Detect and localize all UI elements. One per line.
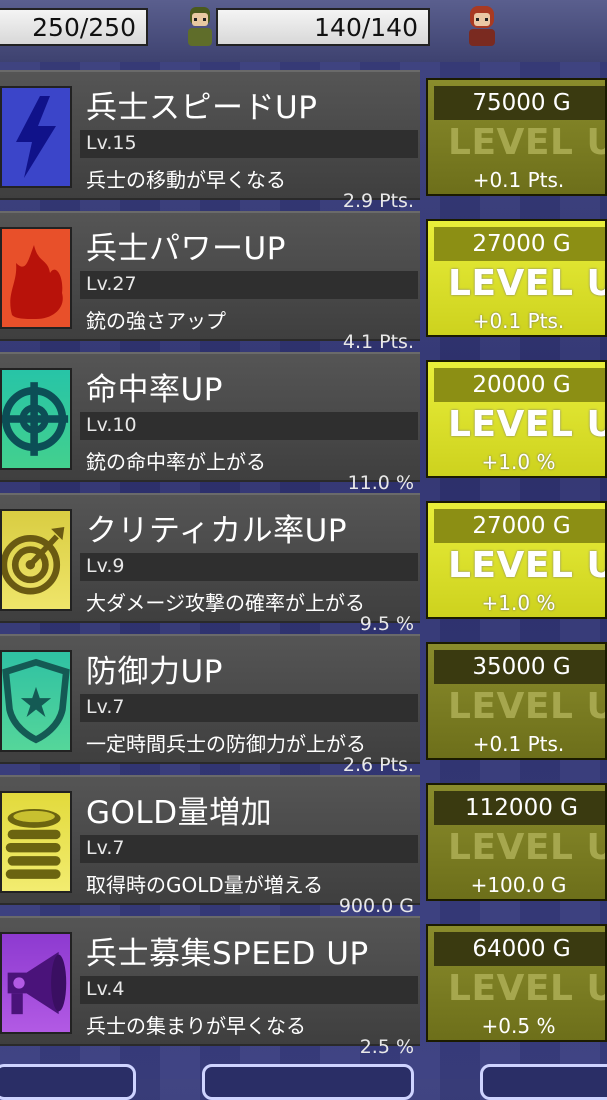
- upgrade-info-panel: 兵士パワーUP 4.1 Pts. Lv.27 銃の強さアップ: [0, 211, 420, 353]
- level-up-button[interactable]: 20000 G LEVEL UP +1.0 %: [426, 360, 607, 478]
- bottom-tab-1[interactable]: [0, 1064, 136, 1100]
- level-up-button[interactable]: 27000 G LEVEL UP +0.1 Pts.: [426, 219, 607, 337]
- upgrade-info-panel: 命中率UP 11.0 % Lv.10 銃の命中率が上がる: [0, 352, 420, 494]
- upgrade-level: Lv.7: [86, 837, 125, 859]
- upgrade-row-recruit-speed: 兵士募集SPEED UP 2.5 % Lv.4 兵士の集まりが早くなる 6400…: [0, 916, 607, 1058]
- upgrade-info-panel: GOLD量増加 900.0 G Lv.7 取得時のGOLD量が増える: [0, 775, 420, 917]
- upgrade-level: Lv.27: [86, 273, 137, 295]
- upgrade-cost: 35000 G: [434, 650, 605, 684]
- upgrade-cost: 27000 G: [434, 227, 605, 261]
- top-status-bar: 250/250 140/140: [0, 0, 607, 62]
- level-up-button[interactable]: 64000 G LEVEL UP +0.5 %: [426, 924, 607, 1042]
- upgrade-title: 命中率UP: [86, 372, 223, 408]
- upgrade-increment: +100.0 G: [470, 873, 567, 897]
- upgrade-description: 銃の強さアップ: [86, 309, 226, 333]
- level-strip: 9.5 %: [80, 553, 418, 635]
- upgrade-level: Lv.15: [86, 132, 137, 154]
- upgrade-info-panel: 兵士スピードUP 2.9 Pts. Lv.15 兵士の移動が早くなる: [0, 70, 420, 212]
- upgrade-increment: +1.0 %: [481, 450, 556, 474]
- upgrade-title: 兵士募集SPEED UP: [86, 936, 369, 972]
- level-strip: 900.0 G: [80, 835, 418, 917]
- crosshair-icon: [0, 368, 72, 470]
- upgrade-title: GOLD量増加: [86, 795, 273, 831]
- bottom-tab-3[interactable]: [480, 1064, 607, 1100]
- flame-icon: [0, 227, 72, 329]
- upgrade-level: Lv.9: [86, 555, 125, 577]
- upgrade-current-value: 2.6 Pts.: [342, 754, 414, 776]
- upgrade-increment: +0.1 Pts.: [472, 732, 565, 756]
- level-up-button[interactable]: 35000 G LEVEL UP +0.1 Pts.: [426, 642, 607, 760]
- upgrade-cost: 20000 G: [434, 368, 605, 402]
- upgrade-description: 取得時のGOLD量が増える: [86, 873, 324, 897]
- upgrade-description: 大ダメージ攻撃の確率が上がる: [86, 591, 365, 615]
- upgrade-title: 兵士パワーUP: [86, 231, 286, 267]
- level-up-button[interactable]: 27000 G LEVEL UP +1.0 %: [426, 501, 607, 619]
- enemy-avatar-icon: [460, 4, 504, 48]
- upgrade-row-power: 兵士パワーUP 4.1 Pts. Lv.27 銃の強さアップ 27000 G L…: [0, 211, 607, 353]
- bottom-tab-2[interactable]: [202, 1064, 414, 1100]
- upgrade-cost: 75000 G: [434, 86, 605, 120]
- upgrade-current-value: 11.0 %: [347, 472, 414, 494]
- upgrade-increment: +0.1 Pts.: [472, 309, 565, 333]
- upgrade-description: 銃の命中率が上がる: [86, 450, 266, 474]
- upgrade-current-value: 9.5 %: [359, 613, 414, 635]
- level-up-label: LEVEL UP: [448, 263, 605, 304]
- level-up-button[interactable]: 75000 G LEVEL UP +0.1 Pts.: [426, 78, 607, 196]
- upgrade-title: 兵士スピードUP: [86, 90, 318, 126]
- level-up-label: LEVEL UP: [448, 404, 605, 445]
- upgrade-row-gold: GOLD量増加 900.0 G Lv.7 取得時のGOLD量が増える 11200…: [0, 775, 607, 917]
- level-up-label: LEVEL UP: [448, 545, 605, 586]
- upgrade-description: 兵士の集まりが早くなる: [86, 1014, 306, 1038]
- level-up-label: LEVEL UP: [448, 827, 605, 868]
- upgrade-current-value: 2.5 %: [359, 1036, 414, 1058]
- upgrade-cost: 64000 G: [434, 932, 605, 966]
- level-up-label: LEVEL UP: [448, 122, 605, 163]
- level-strip: 2.5 %: [80, 976, 418, 1058]
- upgrade-info-panel: クリティカル率UP 9.5 % Lv.9 大ダメージ攻撃の確率が上がる: [0, 493, 420, 635]
- shield-star-icon: [0, 650, 72, 752]
- target-dart-icon: [0, 509, 72, 611]
- upgrade-title: クリティカル率UP: [86, 513, 348, 549]
- upgrade-info-panel: 兵士募集SPEED UP 2.5 % Lv.4 兵士の集まりが早くなる: [0, 916, 420, 1058]
- player-hp-display: 250/250: [0, 8, 148, 46]
- upgrade-increment: +1.0 %: [481, 591, 556, 615]
- upgrade-level: Lv.10: [86, 414, 137, 436]
- upgrade-row-speed: 兵士スピードUP 2.9 Pts. Lv.15 兵士の移動が早くなる 75000…: [0, 70, 607, 212]
- upgrade-description: 兵士の移動が早くなる: [86, 168, 286, 192]
- upgrade-cost: 27000 G: [434, 509, 605, 543]
- upgrade-title: 防御力UP: [86, 654, 223, 690]
- upgrade-row-defense: 防御力UP 2.6 Pts. Lv.7 一定時間兵士の防御力が上がる 35000…: [0, 634, 607, 776]
- upgrade-info-panel: 防御力UP 2.6 Pts. Lv.7 一定時間兵士の防御力が上がる: [0, 634, 420, 776]
- level-strip: 2.6 Pts.: [80, 694, 418, 776]
- enemy-hp-display: 140/140: [216, 8, 430, 46]
- level-up-button[interactable]: 112000 G LEVEL UP +100.0 G: [426, 783, 607, 901]
- level-up-label: LEVEL UP: [448, 968, 605, 1009]
- lightning-bolt-icon: [0, 86, 72, 188]
- upgrade-current-value: 900.0 G: [338, 895, 414, 917]
- upgrade-level: Lv.4: [86, 978, 125, 1000]
- upgrade-level: Lv.7: [86, 696, 125, 718]
- upgrade-description: 一定時間兵士の防御力が上がる: [86, 732, 366, 756]
- upgrade-row-accuracy: 命中率UP 11.0 % Lv.10 銃の命中率が上がる 20000 G LEV…: [0, 352, 607, 494]
- upgrade-row-critical: クリティカル率UP 9.5 % Lv.9 大ダメージ攻撃の確率が上がる 2700…: [0, 493, 607, 635]
- upgrade-increment: +0.5 %: [481, 1014, 556, 1038]
- level-up-label: LEVEL UP: [448, 686, 605, 727]
- upgrade-current-value: 4.1 Pts.: [342, 331, 414, 353]
- upgrade-cost: 112000 G: [434, 791, 605, 825]
- coin-stack-icon: [0, 791, 72, 893]
- megaphone-icon: [0, 932, 72, 1034]
- upgrade-current-value: 2.9 Pts.: [342, 190, 414, 212]
- upgrade-increment: +0.1 Pts.: [472, 168, 565, 192]
